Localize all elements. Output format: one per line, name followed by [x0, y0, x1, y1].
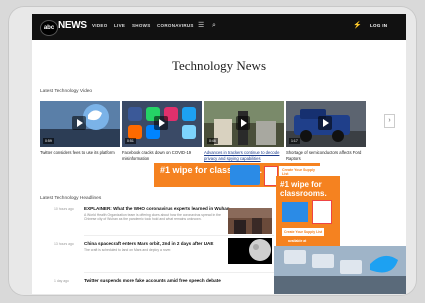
video-thumbnail[interactable]: 0:59	[40, 101, 120, 147]
nav-item-shows[interactable]: SHOWS	[132, 23, 151, 28]
video-duration: 0:46	[207, 138, 218, 144]
side-ad-available-text: available at	[288, 239, 307, 243]
mars-headline-image[interactable]	[228, 238, 272, 264]
wipes-package-image	[230, 165, 260, 185]
play-icon[interactable]	[318, 116, 332, 130]
side-wipes-canister-image	[312, 200, 332, 224]
video-thumbnail[interactable]: 0:51	[122, 101, 202, 147]
page-title: Technology News	[171, 58, 267, 73]
headlines-section-heading: Latest Technology Headlines	[40, 196, 102, 201]
clorox-side-ad[interactable]: #1 wipe for classrooms. Create Your Supp…	[276, 176, 340, 252]
play-icon[interactable]	[72, 116, 86, 130]
headline-summary: The craft is scheduled to land on Mars a…	[84, 248, 172, 252]
browser-viewport: abc NEWS VIDEO LIVE SHOWS CORONAVIRUS ☰ …	[32, 14, 406, 294]
headline-divider	[84, 272, 274, 273]
side-ad-cta-button[interactable]: Create Your Supply List	[282, 228, 325, 236]
videos-section-heading: Latest Technology Video	[40, 89, 93, 94]
video-caption[interactable]: Facebook cracks down on COVID-19 misinfo…	[122, 150, 202, 161]
play-icon[interactable]	[236, 116, 250, 130]
video-duration: 0:59	[43, 138, 54, 144]
video-duration: 1:17	[289, 138, 300, 144]
twitter-keyboard-photo	[274, 246, 406, 294]
headline-timestamp: 10 hours ago	[54, 207, 74, 211]
nav-item-video[interactable]: VIDEO	[92, 23, 108, 28]
video-card[interactable]: 0:46 Advances in trackers continue to de…	[204, 101, 284, 161]
side-wipes-package-image	[282, 202, 308, 222]
headline-title[interactable]: China spacecraft enters Mars orbit, 2nd …	[84, 241, 234, 247]
side-ad-headline: #1 wipe for classrooms.	[280, 180, 327, 198]
headline-summary: A World Health Organization team is offe…	[84, 213, 221, 222]
play-icon[interactable]	[154, 116, 168, 130]
video-caption[interactable]: Advances in trackers continue to decode …	[204, 150, 284, 161]
headline-title[interactable]: Twitter suspends more fake accounts amid…	[84, 278, 234, 284]
headline-title[interactable]: EXPLAINER: What the WHO coronavirus expe…	[84, 206, 234, 212]
video-card[interactable]: 0:51 Facebook cracks down on COVID-19 mi…	[122, 101, 202, 161]
headline-timestamp: 1 day ago	[54, 279, 69, 283]
video-card[interactable]: 1:17 Shortage of semiconductors affects …	[286, 101, 366, 161]
video-duration: 0:51	[125, 138, 136, 144]
nav-item-live[interactable]: LIVE	[114, 23, 125, 28]
news-brand-label[interactable]: NEWS	[58, 20, 87, 31]
log-in-link[interactable]: LOG IN	[370, 23, 387, 28]
abc-logo[interactable]: abc	[40, 20, 58, 36]
headline-divider	[84, 235, 274, 236]
video-thumbnail[interactable]: 1:17	[286, 101, 366, 147]
wuhan-headline-image[interactable]	[228, 208, 272, 234]
carousel-next-arrow-icon[interactable]: ›	[384, 114, 395, 128]
video-caption[interactable]: Twitter considers fees to use its platfo…	[40, 150, 120, 156]
notification-icon[interactable]: ⚡	[353, 22, 362, 30]
menu-icon[interactable]: ☰	[198, 22, 204, 30]
video-card[interactable]: 0:59 Twitter considers fees to use its p…	[40, 101, 120, 156]
search-icon[interactable]: ⌕	[212, 22, 216, 30]
video-thumbnail[interactable]: 0:46	[204, 101, 284, 147]
headline-timestamp: 13 hours ago	[54, 242, 74, 246]
nav-item-coronavirus[interactable]: CORONAVIRUS	[157, 23, 194, 28]
video-caption[interactable]: Shortage of semiconductors affects Ford …	[286, 150, 366, 161]
top-navigation-bar: abc NEWS VIDEO LIVE SHOWS CORONAVIRUS ☰ …	[32, 14, 406, 40]
